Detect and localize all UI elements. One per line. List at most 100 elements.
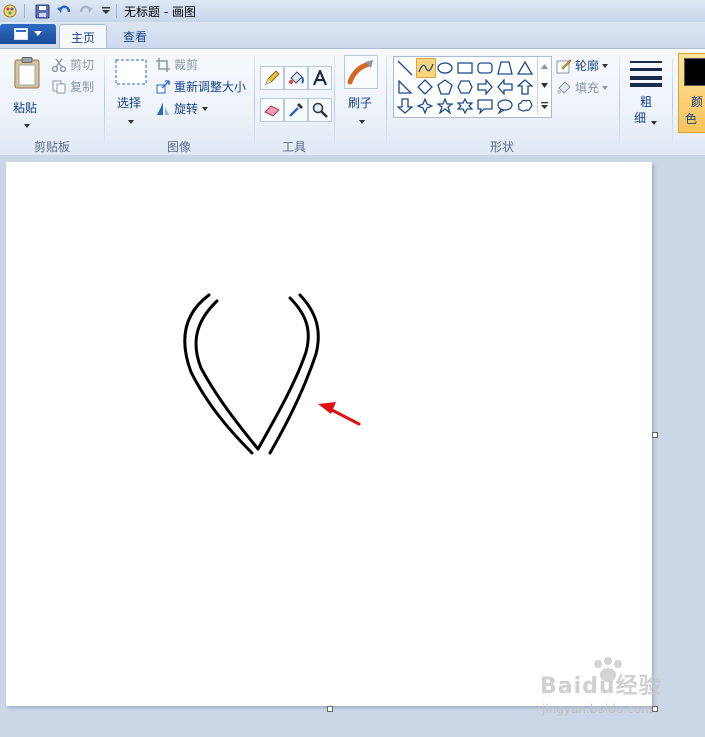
triangle-shape-icon[interactable] bbox=[516, 59, 534, 77]
pencil-icon bbox=[264, 70, 280, 86]
four-point-star-shape-icon[interactable] bbox=[416, 97, 434, 115]
hexagon-shape-icon[interactable] bbox=[456, 78, 474, 96]
rectangle-callout-shape-icon[interactable] bbox=[476, 97, 494, 115]
fill-tool[interactable] bbox=[284, 66, 308, 90]
paint-menu-button[interactable] bbox=[0, 24, 56, 44]
up-arrow-shape-icon[interactable] bbox=[516, 78, 534, 96]
color1-label-line1: 颜 bbox=[691, 95, 704, 109]
crop-button[interactable]: 裁剪 bbox=[156, 56, 198, 73]
ribbon: 粘贴 剪切 复制 剪贴板 选择 裁剪 重新调整大小 旋转 图像 工具 刷子 轮廓… bbox=[0, 48, 705, 156]
drawing-canvas[interactable] bbox=[6, 162, 652, 706]
rotate-button[interactable]: 旋转 bbox=[156, 100, 209, 117]
paste-button[interactable]: 粘贴 bbox=[8, 55, 44, 128]
cut-button[interactable]: 剪切 bbox=[52, 56, 94, 73]
six-point-star-shape-icon[interactable] bbox=[456, 97, 474, 115]
redo-icon[interactable] bbox=[78, 3, 94, 19]
canvas-resize-handle-right[interactable] bbox=[652, 432, 658, 438]
canvas-resize-handle-bottom[interactable] bbox=[327, 706, 333, 712]
chevron-down-icon bbox=[359, 113, 365, 127]
outline-pen-icon bbox=[556, 58, 572, 74]
down-arrow-shape-icon[interactable] bbox=[396, 97, 414, 115]
save-icon[interactable] bbox=[34, 3, 50, 19]
copy-label: 复制 bbox=[70, 80, 95, 94]
resize-button[interactable]: 重新调整大小 bbox=[156, 78, 246, 95]
chevron-down-icon bbox=[651, 114, 657, 128]
scissors-icon bbox=[52, 58, 66, 72]
eraser-tool[interactable] bbox=[260, 98, 284, 122]
customize-quick-access-icon[interactable] bbox=[98, 3, 114, 19]
rotate-icon bbox=[156, 102, 170, 116]
select-rectangle-icon bbox=[115, 59, 147, 88]
five-point-star-shape-icon[interactable] bbox=[436, 97, 454, 115]
chevron-down-icon bbox=[34, 31, 42, 37]
undo-icon[interactable] bbox=[56, 3, 72, 19]
pentagon-shape-icon[interactable] bbox=[436, 78, 454, 96]
color1-button[interactable]: 颜 色 bbox=[678, 53, 705, 133]
group-label-clipboard: 剪贴板 bbox=[33, 140, 70, 154]
group-separator bbox=[334, 57, 335, 147]
tab-home[interactable]: 主页 bbox=[59, 24, 107, 49]
left-arrow-shape-icon[interactable] bbox=[496, 78, 514, 96]
chevron-down-icon bbox=[540, 83, 548, 88]
copy-button[interactable]: 复制 bbox=[52, 78, 94, 95]
outline-label: 轮廓 bbox=[575, 59, 600, 73]
magnifier-tool[interactable] bbox=[308, 98, 332, 122]
paste-label: 粘贴 bbox=[13, 101, 38, 115]
chevron-down-icon bbox=[24, 117, 30, 131]
brush-icon bbox=[344, 55, 378, 89]
size-button[interactable]: 粗 细 bbox=[626, 55, 666, 133]
cut-label: 剪切 bbox=[70, 58, 95, 72]
canvas-drawing bbox=[183, 293, 361, 455]
baidu-watermark: Baidu经验 jingyan.baidu.com bbox=[540, 657, 690, 720]
group-label-tools: 工具 bbox=[281, 140, 306, 154]
size-label-line1: 粗 bbox=[640, 95, 653, 109]
chevron-up-icon bbox=[540, 64, 548, 69]
cloud-callout-shape-icon[interactable] bbox=[516, 97, 534, 115]
group-label-shapes: 形状 bbox=[489, 140, 514, 154]
oval-shape-icon[interactable] bbox=[436, 59, 454, 77]
divider bbox=[24, 4, 25, 18]
brushes-button[interactable]: 刷子 bbox=[342, 55, 380, 125]
chevron-down-icon bbox=[602, 85, 609, 90]
rounded-rectangle-shape-icon[interactable] bbox=[476, 59, 494, 77]
right-triangle-shape-icon[interactable] bbox=[396, 78, 414, 96]
eraser-icon bbox=[264, 102, 280, 118]
drawn-outer-right-curve bbox=[268, 293, 320, 455]
expand-more-icon bbox=[540, 101, 548, 109]
diamond-shape-icon[interactable] bbox=[416, 78, 434, 96]
color1-label-line2: 色 bbox=[685, 112, 698, 126]
pencil-tool[interactable] bbox=[260, 66, 284, 90]
size-label-line2: 细 bbox=[634, 111, 647, 125]
copy-icon bbox=[52, 80, 66, 94]
gallery-expand-button[interactable] bbox=[537, 95, 550, 115]
line-thickness-icon bbox=[630, 59, 662, 90]
menu-page-icon bbox=[14, 28, 28, 40]
group-separator bbox=[619, 57, 620, 147]
color-picker-tool[interactable] bbox=[284, 98, 308, 122]
text-a-icon bbox=[312, 70, 328, 86]
text-tool[interactable] bbox=[308, 66, 332, 90]
rectangle-shape-icon[interactable] bbox=[456, 59, 474, 77]
rotate-label: 旋转 bbox=[174, 102, 199, 116]
chevron-down-icon bbox=[602, 63, 609, 68]
right-arrow-shape-icon[interactable] bbox=[476, 78, 494, 96]
red-arrow-line bbox=[326, 406, 361, 426]
watermark-brand: Baidu经验 bbox=[540, 674, 662, 699]
color1-swatch bbox=[684, 58, 705, 86]
gallery-scroll-down-button[interactable] bbox=[537, 76, 550, 95]
fill-bucket-icon bbox=[556, 80, 572, 96]
outline-button[interactable]: 轮廓 bbox=[556, 57, 609, 74]
select-button[interactable]: 选择 bbox=[112, 57, 150, 127]
gallery-scroll-up-button[interactable] bbox=[537, 57, 550, 76]
magnifier-icon bbox=[312, 102, 328, 118]
curve-shape-icon[interactable] bbox=[416, 58, 436, 78]
line-shape-icon[interactable] bbox=[396, 59, 414, 77]
group-separator bbox=[386, 57, 387, 147]
chevron-down-icon bbox=[128, 113, 134, 127]
paint-app-icon[interactable] bbox=[2, 3, 18, 19]
tab-view[interactable]: 查看 bbox=[112, 24, 158, 48]
oval-callout-shape-icon[interactable] bbox=[496, 97, 514, 115]
polygon-shape-icon[interactable] bbox=[496, 59, 514, 77]
fill-button[interactable]: 填充 bbox=[556, 79, 609, 96]
paint-bucket-icon bbox=[288, 70, 304, 86]
